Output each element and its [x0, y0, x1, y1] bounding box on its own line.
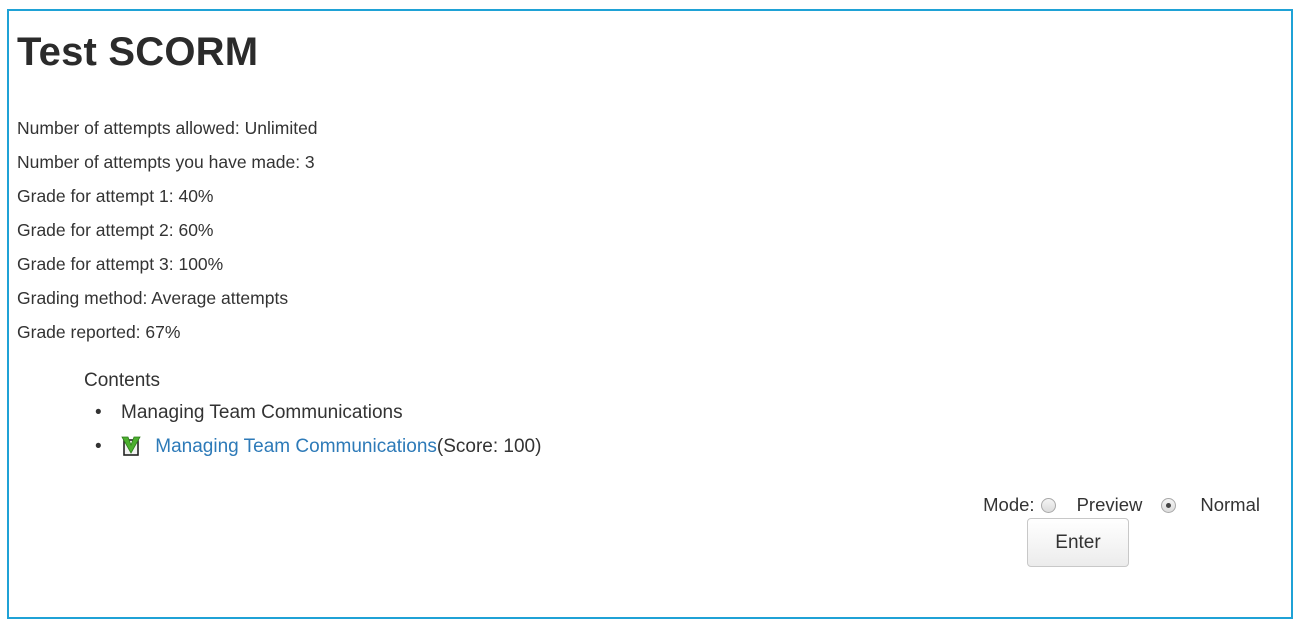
- list-item: • Managing Team Communications: [95, 396, 541, 430]
- list-item: • Managing Team Communications(Score: 10…: [95, 430, 542, 464]
- bullet: •: [95, 436, 102, 457]
- normal-label[interactable]: Normal: [1200, 494, 1260, 516]
- attempt-2-grade-text: Grade for attempt 2: 60%: [17, 220, 214, 240]
- bullet: •: [95, 402, 102, 423]
- attempt-1-grade-text: Grade for attempt 1: 40%: [17, 186, 214, 206]
- attempt-3-grade-text: Grade for attempt 3: 100%: [17, 254, 224, 274]
- grading-method-text: Grading method: Average attempts: [17, 288, 289, 308]
- attempts-made-text: Number of attempts you have made: 3: [17, 152, 315, 172]
- page-title: Test SCORM: [17, 30, 259, 74]
- normal-radio[interactable]: [1161, 497, 1177, 513]
- contents-tree: Contents • Managing Team Communications …: [84, 366, 541, 464]
- preview-label[interactable]: Preview: [1077, 494, 1143, 516]
- contents-list: • Managing Team Communications • Managin…: [84, 396, 541, 464]
- contents-heading: Contents: [84, 370, 161, 391]
- enter-button[interactable]: Enter: [1027, 518, 1129, 567]
- preview-radio[interactable]: [1040, 497, 1056, 513]
- mode-selector: Mode: Preview Normal: [983, 494, 1260, 516]
- mode-label: Mode:: [983, 494, 1035, 515]
- attempt-info: Number of attempts allowed: Unlimited Nu…: [17, 111, 318, 349]
- sco-title-text: Managing Team Communications: [121, 402, 403, 423]
- grade-reported-text: Grade reported: 67%: [17, 322, 181, 342]
- attempts-allowed-text: Number of attempts allowed: Unlimited: [17, 118, 318, 138]
- sco-score-text: (Score: 100): [436, 436, 542, 457]
- passed-checkmark-icon: [121, 434, 141, 456]
- sco-link[interactable]: Managing Team Communications: [155, 436, 437, 457]
